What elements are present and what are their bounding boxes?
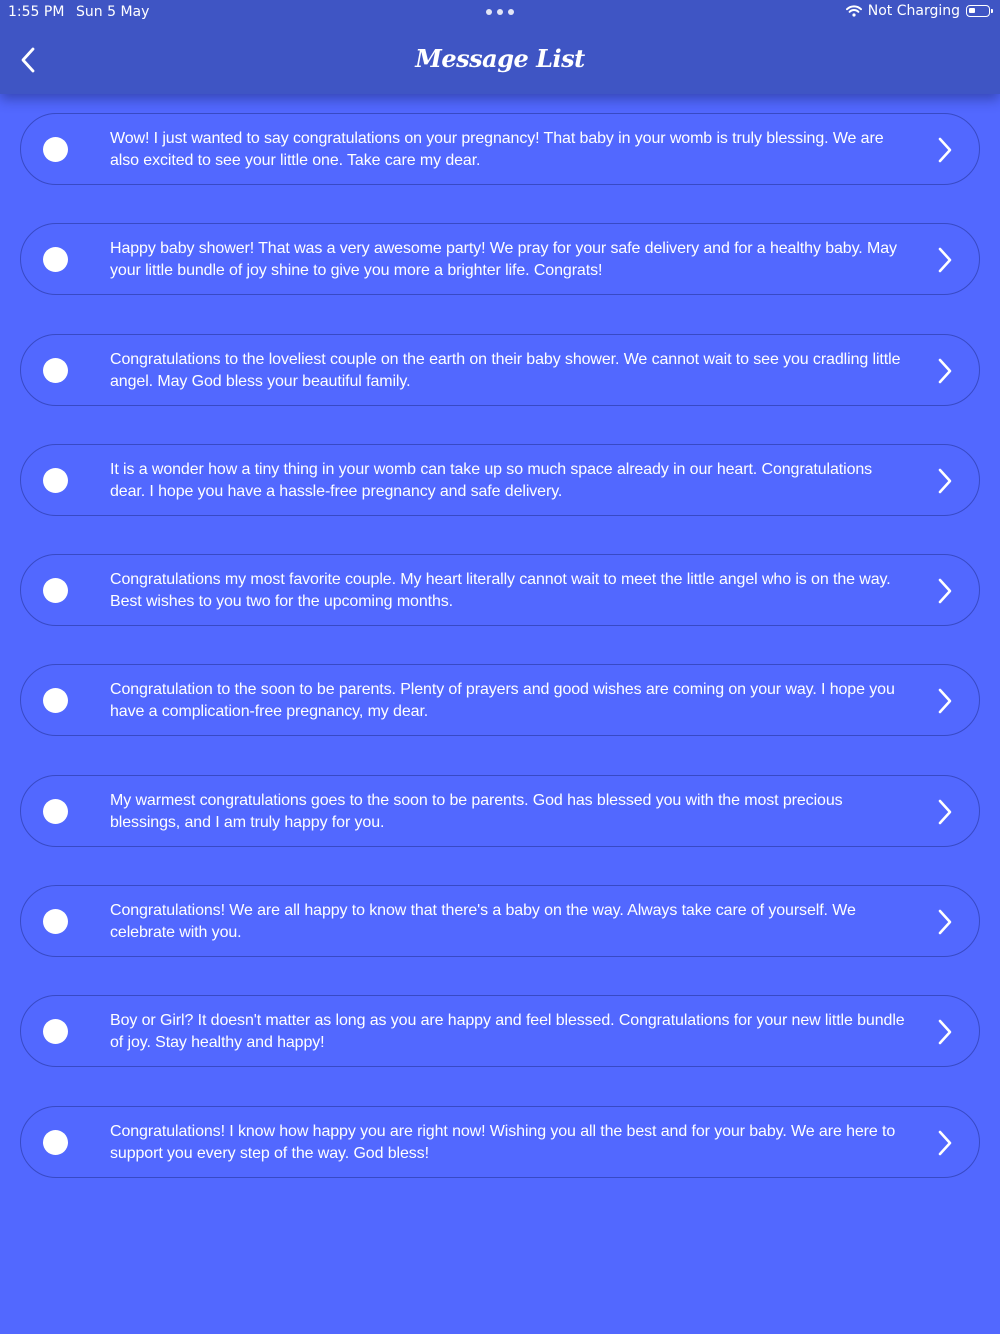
multitasking-dots-icon[interactable] bbox=[486, 9, 514, 16]
message-text: Congratulations! We are all happy to kno… bbox=[110, 902, 856, 942]
message-list: Wow! I just wanted to say congratulation… bbox=[20, 113, 980, 1216]
message-list-item[interactable]: Congratulations my most favorite couple.… bbox=[20, 554, 980, 627]
message-list-item[interactable]: My warmest congratulations goes to the s… bbox=[20, 774, 980, 847]
message-list-item[interactable]: Congratulations! We are all happy to kno… bbox=[20, 885, 980, 958]
status-date: Sun 5 May bbox=[76, 4, 150, 20]
message-text: Congratulation to the soon to be parents… bbox=[110, 681, 895, 721]
radio-button[interactable] bbox=[43, 578, 68, 604]
message-list-item[interactable]: It is a wonder how a tiny thing in your … bbox=[20, 443, 980, 516]
status-indicators: Not Charging bbox=[845, 3, 993, 19]
chevron-right-icon bbox=[938, 247, 952, 273]
message-text: Happy baby shower! That was a very aweso… bbox=[110, 240, 897, 280]
chevron-right-icon bbox=[938, 1130, 952, 1155]
radio-button[interactable] bbox=[43, 798, 68, 824]
radio-button[interactable] bbox=[43, 1129, 68, 1155]
chevron-right-icon bbox=[938, 358, 952, 383]
chevron-right-icon bbox=[938, 137, 952, 163]
message-list-item[interactable]: Wow! I just wanted to say congratulation… bbox=[20, 113, 980, 185]
navigation-header: 1:55 PM Sun 5 May Not Charging Message L… bbox=[0, 0, 1000, 94]
battery-status-text: Not Charging bbox=[867, 3, 960, 19]
radio-button[interactable] bbox=[43, 467, 68, 493]
message-text: It is a wonder how a tiny thing in your … bbox=[110, 460, 873, 500]
status-time: 1:55 PM bbox=[8, 4, 65, 20]
chevron-right-icon bbox=[938, 909, 952, 935]
message-list-item[interactable]: Congratulations! I know how happy you ar… bbox=[20, 1105, 980, 1178]
chevron-right-icon bbox=[938, 689, 952, 714]
radio-button[interactable] bbox=[43, 357, 68, 383]
chevron-right-icon bbox=[938, 1020, 952, 1045]
radio-button[interactable] bbox=[43, 688, 68, 714]
radio-button[interactable] bbox=[43, 247, 68, 273]
chevron-right-icon bbox=[938, 799, 952, 825]
wifi-icon bbox=[845, 5, 862, 17]
chevron-right-icon bbox=[938, 578, 952, 604]
message-list-item[interactable]: Congratulations to the loveliest couple … bbox=[20, 333, 980, 406]
message-text: My warmest congratulations goes to the s… bbox=[110, 791, 843, 831]
radio-button[interactable] bbox=[43, 909, 68, 935]
message-text: Wow! I just wanted to say congratulation… bbox=[110, 130, 884, 169]
battery-icon bbox=[966, 5, 993, 17]
message-text: Congratulations my most favorite couple.… bbox=[110, 571, 891, 611]
message-list-item[interactable]: Happy baby shower! That was a very aweso… bbox=[20, 223, 980, 296]
chevron-right-icon bbox=[938, 468, 952, 494]
page-title: Message List bbox=[415, 44, 585, 73]
message-text: Boy or Girl? It doesn't matter as long a… bbox=[110, 1012, 905, 1052]
message-text: Congratulations to the loveliest couple … bbox=[110, 350, 901, 390]
radio-button[interactable] bbox=[43, 137, 68, 162]
message-list-item[interactable]: Congratulation to the soon to be parents… bbox=[20, 664, 980, 737]
message-list-item[interactable]: Boy or Girl? It doesn't matter as long a… bbox=[20, 995, 980, 1068]
status-bar: 1:55 PM Sun 5 May Not Charging bbox=[0, 0, 1000, 26]
message-text: Congratulations! I know how happy you ar… bbox=[110, 1122, 896, 1162]
radio-button[interactable] bbox=[43, 1019, 68, 1045]
